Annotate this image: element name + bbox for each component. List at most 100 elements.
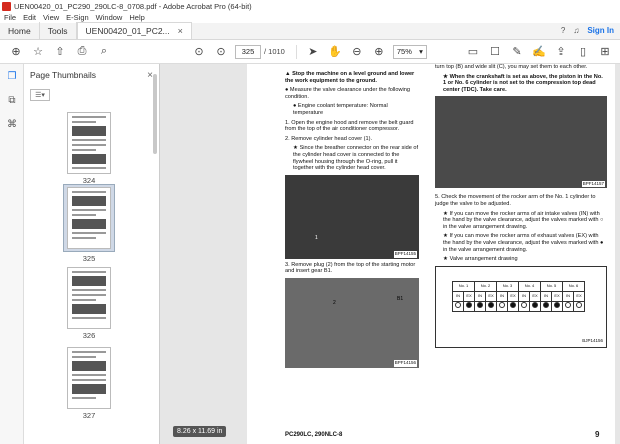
options-menu-icon[interactable]: ☰▾ — [30, 89, 50, 101]
tab-document[interactable]: UEN00420_01_PC2... × — [76, 22, 192, 39]
panel-scrollbar[interactable] — [153, 74, 157, 154]
menu-help[interactable]: Help — [129, 13, 144, 22]
bell-icon[interactable]: ♫ — [573, 26, 579, 35]
zoom-level-select[interactable]: 75% ▾ — [392, 44, 427, 59]
step-text: 1. Open the engine hood and remove the b… — [285, 119, 414, 133]
more-tools-icon[interactable]: ⊞ — [596, 43, 614, 61]
page-thumbnails-icon[interactable]: ❐ — [0, 64, 24, 88]
page-down-icon[interactable]: ⊙ — [212, 43, 230, 61]
select-cursor-icon[interactable]: ➤ — [304, 43, 322, 61]
panel-options-bar: ☰▾ — [24, 86, 159, 104]
cylinder-header: No. 6 — [562, 280, 585, 292]
engine-photo-1: 1 BPF14155 — [285, 174, 419, 259]
valve-io: EX — [485, 290, 497, 302]
valve-io: IN — [452, 290, 464, 302]
menu-esign[interactable]: E-Sign — [66, 13, 89, 22]
create-pdf-icon[interactable]: ⊕ — [7, 43, 25, 61]
step-text: 3. Remove plug (2) from the top of the s… — [285, 261, 416, 275]
photo-label: 2 — [333, 299, 336, 306]
valve-open-marker — [565, 301, 571, 308]
page-number: 9 — [595, 430, 600, 439]
tab-tools[interactable]: Tools — [40, 22, 77, 39]
page-thumbnails-panel: Page Thumbnails × ☰▾ 324 325 326 327 — [24, 64, 160, 444]
page-total: / 1010 — [264, 47, 285, 56]
thumbnail-page-326[interactable] — [67, 267, 111, 329]
valve-filled-marker — [510, 301, 516, 308]
crankshaft-photo: BPF14157 — [435, 96, 607, 189]
main-toolbar: ⊕ ☆ ⇧ ⎙ ⌕ ⊙ ⊙ 325 / 1010 ➤ ✋ ⊖ ⊕ 75% ▾ ▭… — [0, 40, 620, 64]
valve-io: EX — [507, 290, 519, 302]
thumbnail-page-325[interactable] — [67, 187, 111, 249]
highlight-pen-icon[interactable]: ✎ — [508, 43, 526, 61]
page-size-indicator: 8.26 x 11.69 in — [173, 426, 227, 437]
note-text: ★ If you can move the rocker arms of exh… — [443, 233, 604, 253]
note-text: ★ Valve arrangement drawing — [443, 256, 518, 263]
help-icon[interactable]: ? — [561, 26, 565, 35]
valve-open-marker — [499, 301, 505, 308]
thumbnail-page-327[interactable] — [67, 347, 111, 409]
engine-photo-2: B1 2 BPF14156 — [285, 277, 419, 368]
upload-icon[interactable]: ⇧ — [51, 43, 69, 61]
menu-view[interactable]: View — [43, 13, 59, 22]
continued-text: turn top (B) and wide slit (C), you may … — [435, 64, 588, 70]
cylinder-header: No. 5 — [540, 280, 563, 292]
note-text: ★ Since the breather connector on the re… — [293, 145, 419, 172]
thumbnail-label-327: 327 — [82, 411, 96, 420]
account-area: ? ♫ Sign In — [553, 22, 620, 39]
valve-io: EX — [529, 290, 541, 302]
photo-caption: BPF14157 — [581, 180, 605, 188]
cylinder-header: No. 2 — [474, 280, 497, 292]
valve-arrangement-drawing: No. 1 No. 2 No. 3 No. 4 No. 5 No. 6 IN E… — [435, 265, 607, 348]
valve-io: IN — [474, 290, 486, 302]
valve-io: EX — [463, 290, 475, 302]
hand-icon[interactable]: ✋ — [326, 43, 344, 61]
valve-io: IN — [540, 290, 552, 302]
zoom-search-icon[interactable]: ⌕ — [95, 43, 113, 61]
valve-open-marker — [521, 301, 527, 308]
valve-filled-marker — [488, 301, 494, 308]
photo-caption: BPF14155 — [393, 251, 417, 258]
panel-header: Page Thumbnails × — [24, 64, 159, 86]
print-icon[interactable]: ⎙ — [73, 43, 91, 61]
diagram-caption: BJP14156 — [582, 338, 603, 344]
attachment-icon[interactable]: ⌘ — [0, 112, 24, 136]
page-number-input[interactable]: 325 — [235, 44, 261, 59]
menu-window[interactable]: Window — [96, 13, 123, 22]
cylinder-header: No. 4 — [518, 280, 541, 292]
valve-filled-marker — [477, 301, 483, 308]
photo-label: 1 — [315, 234, 318, 241]
valve-open-marker — [576, 301, 582, 308]
page-up-icon[interactable]: ⊙ — [190, 43, 208, 61]
bookmarks-icon[interactable]: ⧉ — [0, 88, 24, 112]
zoom-in-icon[interactable]: ⊕ — [370, 43, 388, 61]
trash-icon[interactable]: ▯ — [574, 43, 592, 61]
tab-document-label: UEN00420_01_PC2... — [85, 26, 170, 36]
valve-filled-marker — [466, 301, 472, 308]
step-text: 2. Remove cylinder head cover (1). — [285, 135, 373, 142]
bullet-text: ● Engine coolant temperature: Normal tem… — [293, 103, 388, 116]
sign-in-button[interactable]: Sign In — [587, 26, 614, 35]
tab-bar: Home Tools UEN00420_01_PC2... × ? ♫ Sign… — [0, 22, 620, 40]
window-title: UEN00420_01_PC290_290LC-8_0708.pdf - Ado… — [14, 1, 252, 11]
valve-io: IN — [518, 290, 530, 302]
photo-label: B1 — [397, 295, 404, 302]
zoom-out-icon[interactable]: ⊖ — [348, 43, 366, 61]
tab-home[interactable]: Home — [0, 22, 40, 39]
menu-file[interactable]: File — [4, 13, 16, 22]
bookmark-star-icon[interactable]: ☆ — [29, 43, 47, 61]
comment-icon[interactable]: ☐ — [486, 43, 504, 61]
menu-edit[interactable]: Edit — [23, 13, 36, 22]
valve-filled-marker — [543, 301, 549, 308]
close-icon[interactable]: × — [178, 26, 183, 36]
fit-page-icon[interactable]: ▭ — [464, 43, 482, 61]
pdf-page: ▲ Stop the machine on a level ground and… — [247, 64, 615, 444]
page-column-right: turn top (B) and wide slit (C), you may … — [435, 64, 607, 348]
panel-title: Page Thumbnails — [30, 70, 96, 80]
warning-text: ▲ Stop the machine on a level ground and… — [285, 71, 415, 84]
cylinder-header: No. 3 — [496, 280, 519, 292]
document-view[interactable]: ▲ Stop the machine on a level ground and… — [160, 64, 620, 444]
valve-io: EX — [551, 290, 563, 302]
draw-icon[interactable]: ✍ — [530, 43, 548, 61]
export-icon[interactable]: ⇪ — [552, 43, 570, 61]
thumbnail-page-324[interactable] — [67, 112, 111, 174]
